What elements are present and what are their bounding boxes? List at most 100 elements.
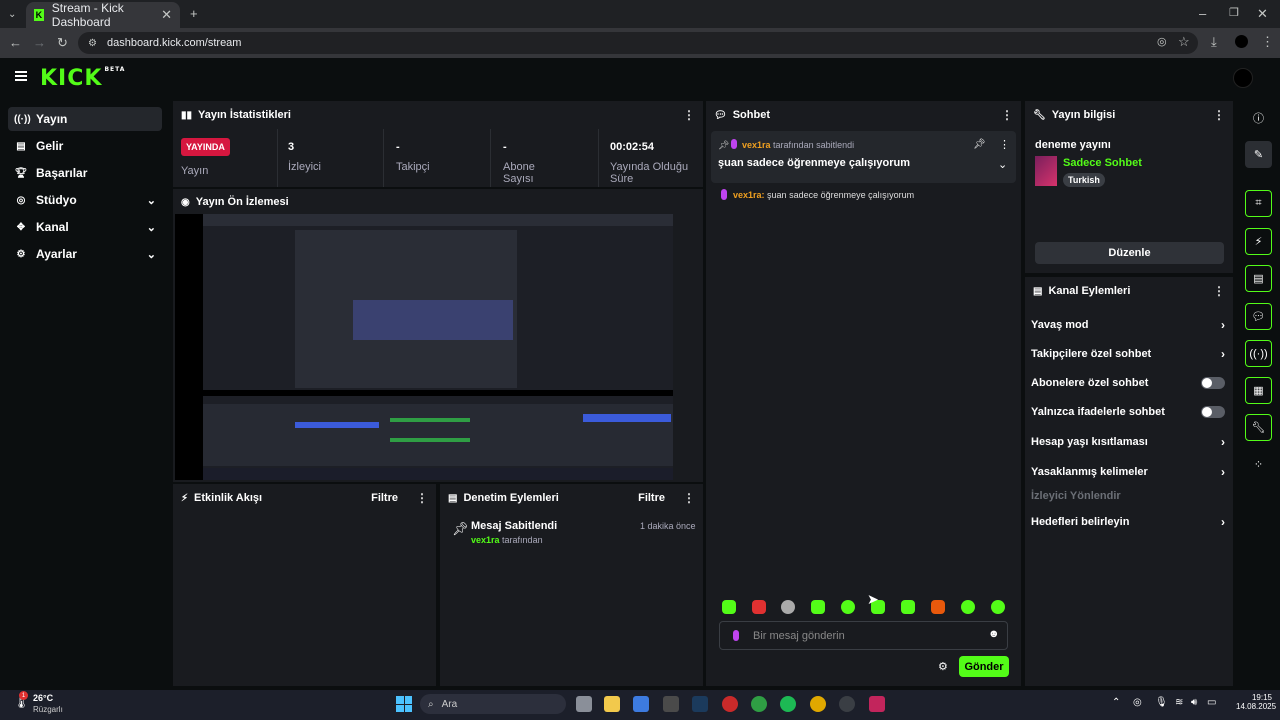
document-icon[interactable]: ▤ <box>1245 265 1272 292</box>
user-avatar[interactable] <box>1233 68 1253 88</box>
lightning-icon[interactable]: ⚡︎ <box>1245 228 1272 255</box>
emoji-picker-icon[interactable]: ☻ <box>988 628 1000 640</box>
browser-menu-icon[interactable]: ⋮ <box>1261 35 1274 48</box>
pinned-menu-icon[interactable]: ⋮ <box>999 138 1010 151</box>
emote-icon[interactable] <box>752 600 766 614</box>
taskbar-search[interactable]: ⌕ Ara <box>420 694 566 714</box>
new-tab-icon[interactable]: + <box>190 7 198 20</box>
action-label: Yalnızca ifadelerle sohbet <box>1031 406 1165 418</box>
emote-icon[interactable] <box>931 600 945 614</box>
layout-icon[interactable]: ▦ <box>1245 377 1272 404</box>
pinned-user[interactable]: vex1ra <box>742 140 771 150</box>
back-icon[interactable]: ← <box>9 36 22 49</box>
reload-icon[interactable]: ↻ <box>57 36 68 49</box>
valorant-icon[interactable] <box>869 696 885 712</box>
wrench-icon[interactable]: 🔧︎ <box>1245 414 1272 441</box>
window-close-icon[interactable]: ✕ <box>1257 7 1268 20</box>
category-thumbnail[interactable] <box>1035 156 1057 186</box>
weather-temp[interactable]: 26°C <box>33 693 53 703</box>
emote-icon[interactable] <box>901 600 915 614</box>
tab-search-icon[interactable]: ⌄ <box>8 8 16 21</box>
clock[interactable]: 19:15 14.08.2025 <box>1236 693 1276 711</box>
sidebar-item-studyo[interactable]: ◎ Stüdyo ⌄ <box>8 188 162 212</box>
restore-icon[interactable]: ❐ <box>1229 7 1239 20</box>
emote-icon[interactable] <box>961 600 975 614</box>
sidebar-item-ayarlar[interactable]: ⚙ Ayarlar ⌄ <box>8 242 162 266</box>
sidebar-item-kanal[interactable]: ✥ Kanal ⌄ <box>8 215 162 239</box>
emotes-only-toggle[interactable] <box>1201 406 1225 418</box>
moderation-entry-user[interactable]: vex1ra <box>471 535 500 545</box>
chat-message-user[interactable]: vex1ra: <box>733 190 765 200</box>
pinned-expand-chevron-icon[interactable]: ⌄ <box>998 158 1007 171</box>
chrome-active-icon[interactable] <box>810 696 826 712</box>
store-icon[interactable] <box>633 696 649 712</box>
forward-icon[interactable]: → <box>33 36 46 49</box>
channel-actions-menu-icon[interactable]: ⋮ <box>1213 284 1225 298</box>
emote-icon[interactable] <box>811 600 825 614</box>
app-icon[interactable] <box>722 696 738 712</box>
action-slow-mode[interactable]: Yavaş mod › <box>1031 318 1225 332</box>
spotify-icon[interactable] <box>780 696 796 712</box>
activity-menu-icon[interactable]: ⋮ <box>416 491 428 505</box>
emote-icon[interactable] <box>781 600 795 614</box>
pinned-message[interactable]: 📌︎ vex1ra tarafından sabitlendi şuan sad… <box>711 131 1016 183</box>
beta-label: BETA <box>104 66 126 73</box>
sidebar-item-gelir[interactable]: ▤ Gelir <box>8 134 162 158</box>
action-account-age[interactable]: Hesap yaşı kısıtlaması › <box>1031 435 1225 449</box>
stats-menu-icon[interactable]: ⋮ <box>683 108 695 122</box>
unpin-icon[interactable]: 📌︎ <box>973 139 986 150</box>
url-input[interactable]: ⚙ dashboard.kick.com/stream <box>78 32 1198 54</box>
chat-settings-gear-icon[interactable]: ⚙ <box>938 660 948 673</box>
site-info-icon[interactable]: ⚙ <box>88 38 97 49</box>
minimize-icon[interactable]: – <box>1199 7 1206 20</box>
close-tab-icon[interactable]: ✕ <box>161 7 172 23</box>
subscribers-only-toggle[interactable] <box>1201 377 1225 389</box>
chat-bubble-icon[interactable]: 💬︎ <box>1245 303 1272 330</box>
tray-eye-icon[interactable]: ◎ <box>1133 697 1142 708</box>
apps-icon[interactable]: ⁘ <box>1245 451 1272 478</box>
action-banned-words[interactable]: Yasaklanmış kelimeler › <box>1031 465 1225 479</box>
download-icon[interactable]: ⤓ <box>1211 35 1217 48</box>
task-view-icon[interactable] <box>576 696 592 712</box>
windows-start-icon[interactable] <box>396 696 412 712</box>
bookmark-star-icon[interactable]: ☆ <box>1178 35 1190 48</box>
steam-icon[interactable] <box>692 696 708 712</box>
file-explorer-icon[interactable] <box>604 696 620 712</box>
epic-games-icon[interactable] <box>663 696 679 712</box>
volume-icon[interactable]: 🔊︎ <box>1191 697 1197 708</box>
activity-filter-button[interactable]: Filtre <box>371 492 398 504</box>
emote-icon[interactable] <box>841 600 855 614</box>
chat-menu-icon[interactable]: ⋮ <box>1001 108 1013 122</box>
stream-category[interactable]: Sadece Sohbet <box>1063 157 1142 169</box>
chrome-icon[interactable] <box>751 696 767 712</box>
browser-tab[interactable]: K Stream - Kick Dashboard ✕ <box>26 1 180 29</box>
broadcast-icon[interactable]: ((·)) <box>1245 340 1272 367</box>
emote-icon[interactable] <box>722 600 736 614</box>
battery-icon[interactable]: ▭ <box>1207 697 1216 708</box>
kick-logo[interactable]: KICK BETA <box>40 66 125 91</box>
action-followers-only[interactable]: Takipçilere özel sohbet › <box>1031 347 1225 361</box>
sidebar-item-basarilar[interactable]: 🏆︎ Başarılar <box>8 161 162 185</box>
obs-icon[interactable] <box>839 696 855 712</box>
weather-desc[interactable]: Rüzgarlı <box>33 705 63 714</box>
moderation-filter-button[interactable]: Filtre <box>638 492 665 504</box>
scan-icon[interactable]: ⌗ <box>1245 190 1272 217</box>
hamburger-menu-icon[interactable] <box>15 71 27 81</box>
action-set-goals[interactable]: Hedefleri belirleyin › <box>1031 515 1225 529</box>
edit-button[interactable]: Düzenle <box>1035 242 1224 264</box>
moderation-menu-icon[interactable]: ⋮ <box>683 491 695 505</box>
studio-icon: ◎ <box>16 194 26 206</box>
emote-icon[interactable] <box>991 600 1005 614</box>
info-menu-icon[interactable]: ⋮ <box>1213 108 1225 122</box>
pencil-icon[interactable]: ✎ <box>1245 141 1272 168</box>
send-button[interactable]: Gönder <box>959 656 1009 677</box>
sidebar-item-yayin[interactable]: ((·)) Yayın <box>8 107 162 131</box>
chat-message-input[interactable]: Bir mesaj gönderin ☻ <box>719 621 1008 650</box>
info-icon[interactable]: ⓘ <box>1245 104 1272 131</box>
microphone-icon[interactable]: 🎙︎ <box>1155 697 1168 708</box>
wifi-icon[interactable]: ≋ <box>1175 697 1183 708</box>
tray-chevron-icon[interactable]: ⌃ <box>1112 697 1120 708</box>
profile-avatar[interactable] <box>1235 35 1248 48</box>
chevron-right-icon: › <box>1221 347 1225 361</box>
eye-slash-icon[interactable]: ◎ <box>1157 36 1167 49</box>
